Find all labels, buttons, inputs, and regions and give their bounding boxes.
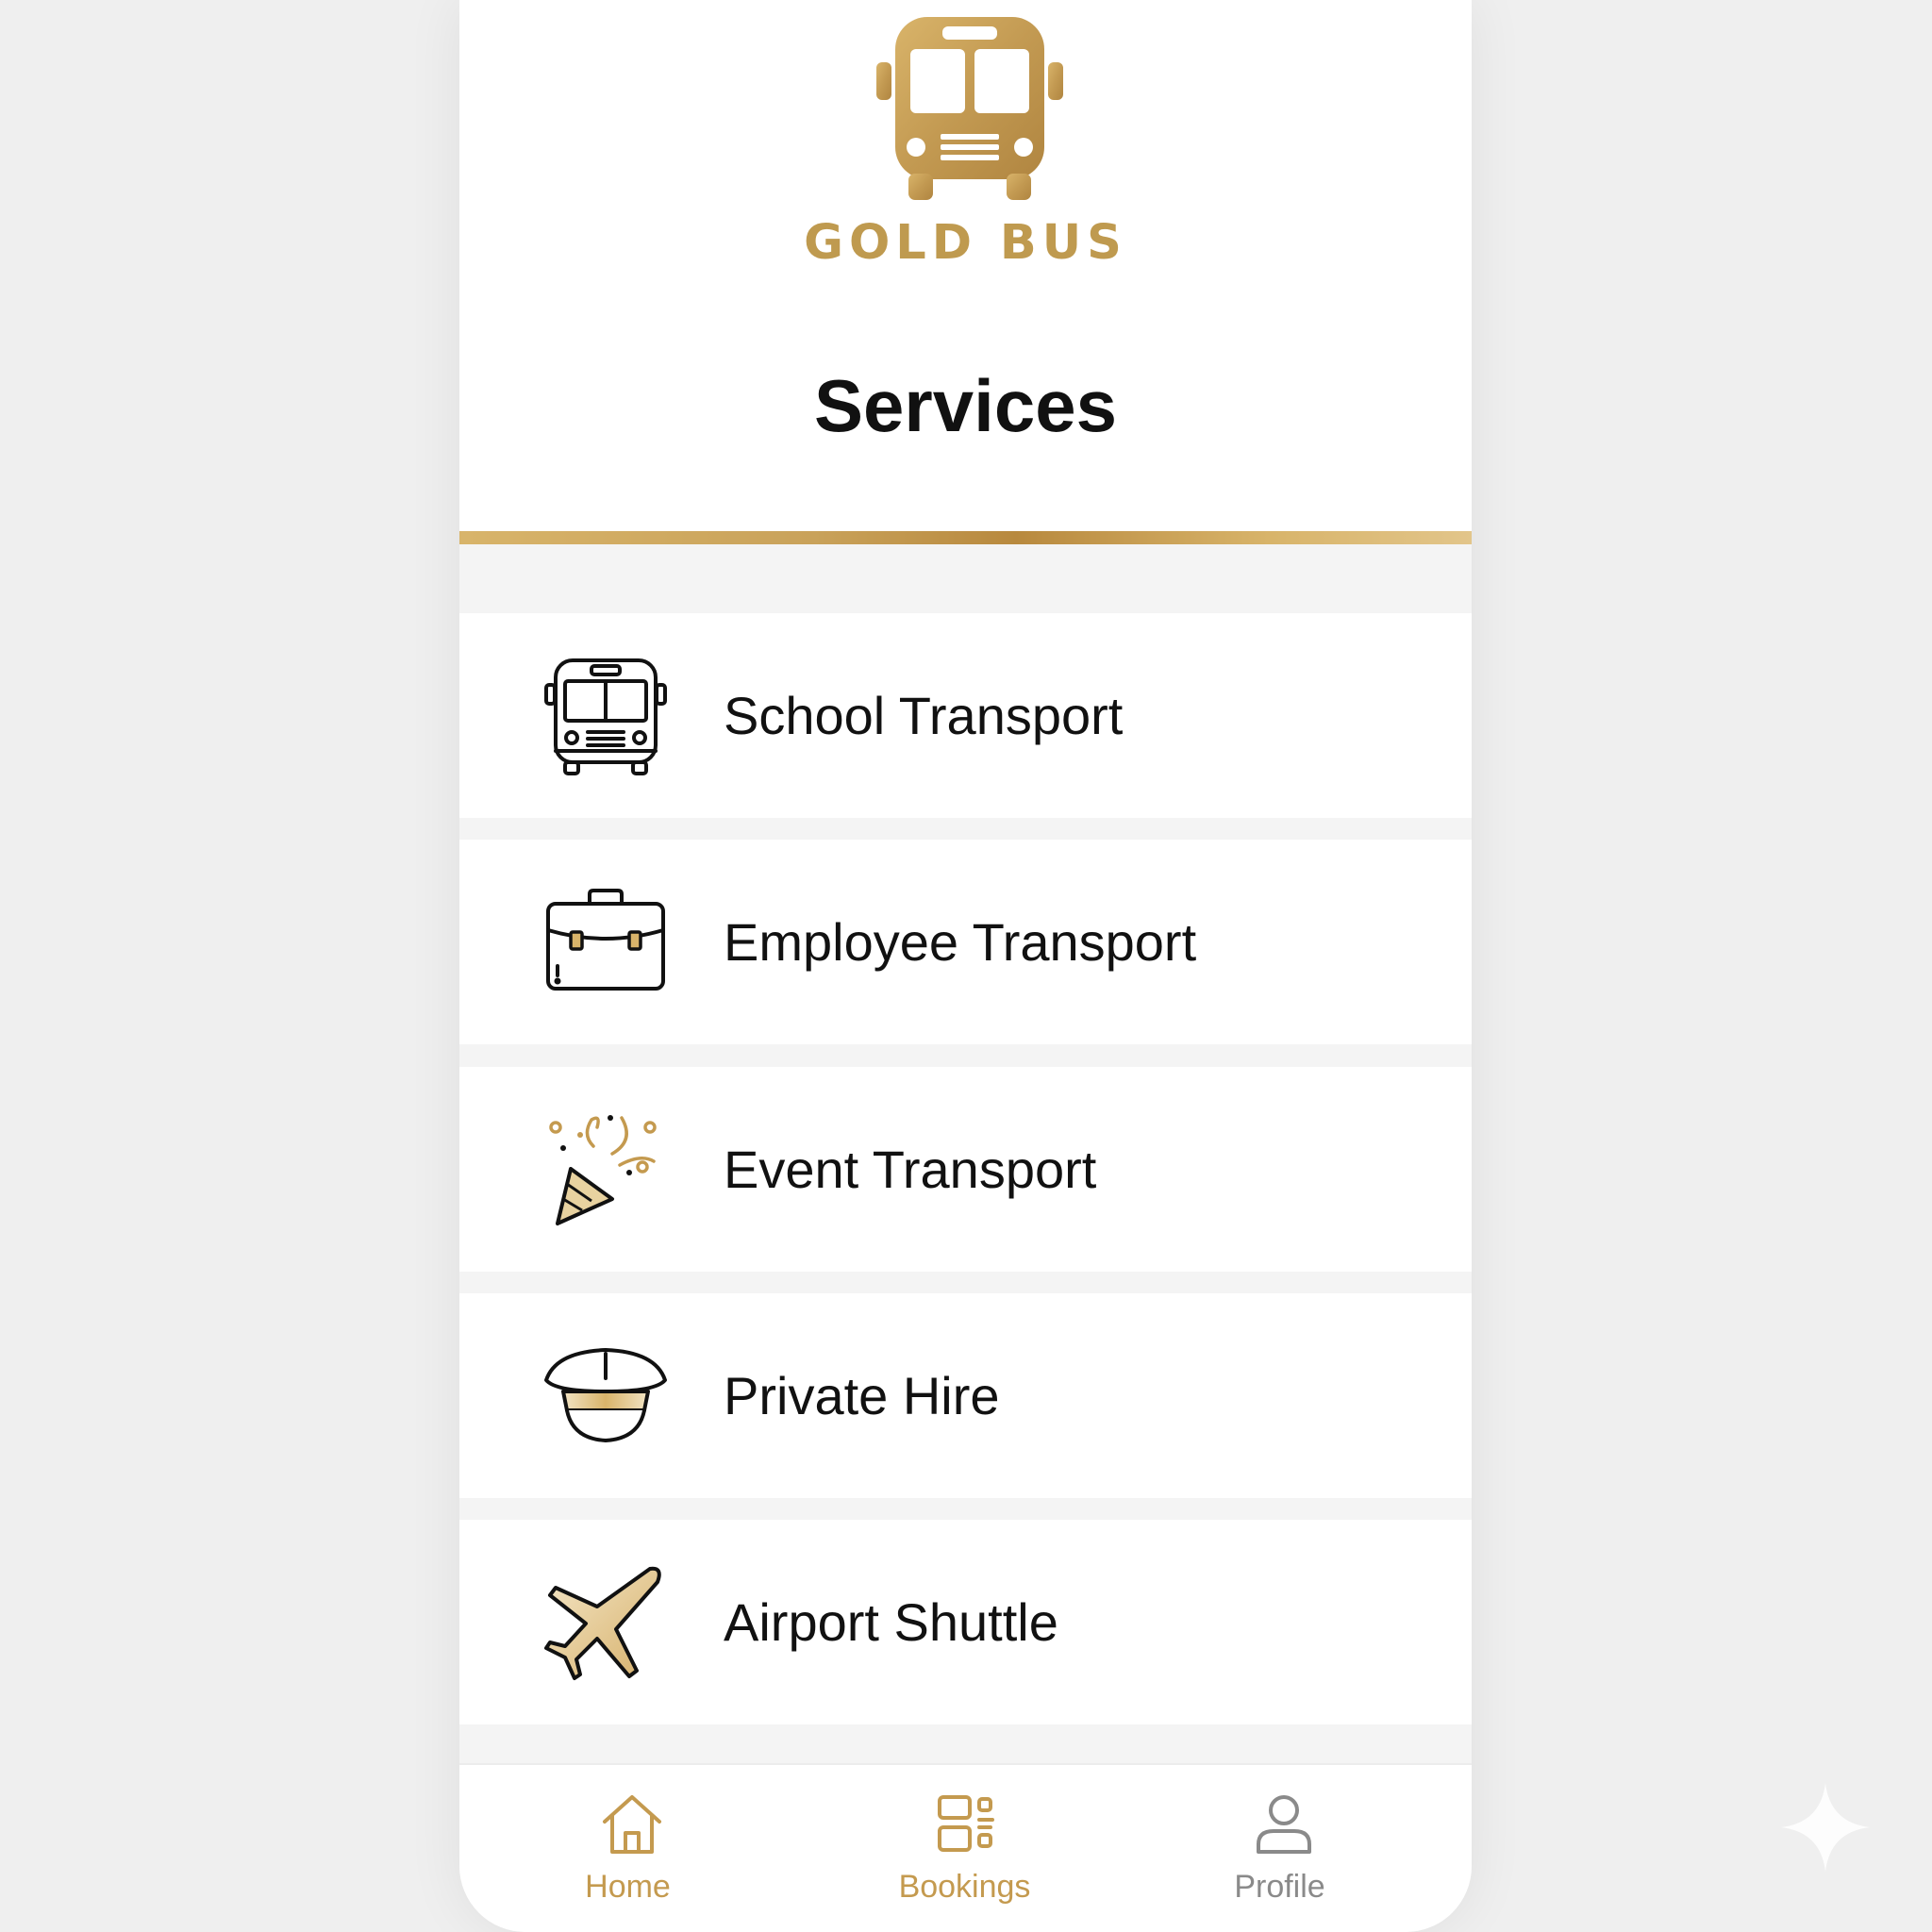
bookings-icon bbox=[938, 1795, 994, 1852]
party-popper-icon bbox=[549, 1115, 657, 1225]
app-header: GOLD BUS Services bbox=[459, 0, 1472, 531]
brand-name: GOLD BUS bbox=[804, 215, 1127, 271]
bottom-tab-bar: Home Bookings Profile bbox=[459, 1763, 1472, 1932]
phone-screen: GOLD BUS Services School Transport Emplo… bbox=[459, 0, 1472, 1932]
service-label: Airport Shuttle bbox=[724, 1592, 1058, 1652]
service-row-school-transport[interactable]: School Transport bbox=[459, 613, 1472, 818]
page-title: Services bbox=[814, 364, 1117, 447]
service-label: Event Transport bbox=[724, 1140, 1097, 1199]
service-row-event-transport[interactable]: Event Transport bbox=[459, 1067, 1472, 1272]
tab-label: Profile bbox=[1234, 1869, 1325, 1905]
tab-bookings[interactable]: Bookings bbox=[796, 1765, 1133, 1932]
airplane-icon bbox=[544, 1566, 661, 1680]
service-label: School Transport bbox=[724, 686, 1124, 745]
bus-icon bbox=[876, 17, 1063, 200]
chauffeur-cap-icon bbox=[544, 1348, 667, 1442]
header-divider bbox=[459, 531, 1472, 544]
tab-label: Bookings bbox=[898, 1869, 1031, 1905]
school-bus-icon bbox=[544, 658, 667, 775]
service-label: Private Hire bbox=[724, 1366, 1000, 1425]
tab-home[interactable]: Home bbox=[459, 1765, 796, 1932]
home-icon bbox=[603, 1795, 661, 1854]
service-row-airport-shuttle[interactable]: Airport Shuttle bbox=[459, 1520, 1472, 1724]
sparkle-icon bbox=[1781, 1783, 1870, 1872]
tab-label: Home bbox=[585, 1869, 671, 1905]
briefcase-icon bbox=[546, 889, 665, 991]
service-row-employee-transport[interactable]: Employee Transport bbox=[459, 840, 1472, 1044]
service-label: Employee Transport bbox=[724, 912, 1197, 972]
service-row-private-hire[interactable]: Private Hire bbox=[459, 1293, 1472, 1498]
tab-profile[interactable]: Profile bbox=[1111, 1765, 1448, 1932]
profile-icon bbox=[1257, 1795, 1311, 1854]
